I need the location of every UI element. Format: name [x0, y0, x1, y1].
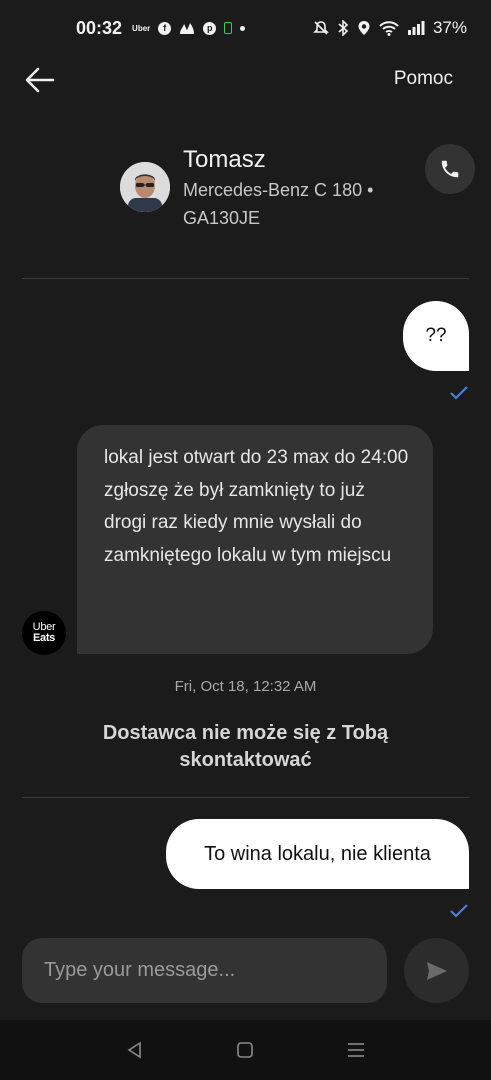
message-text: To wina lokalu, nie klienta [204, 842, 431, 865]
send-button[interactable] [404, 938, 469, 1003]
read-check-icon [450, 904, 468, 918]
nav-recents-button[interactable] [336, 1030, 376, 1070]
dot-icon [240, 25, 246, 31]
uber-eats-logo: Uber Eats [22, 611, 66, 655]
read-check-icon [450, 386, 468, 400]
notification-icons: Uber f p [132, 21, 246, 35]
help-link[interactable]: Pomoc [394, 68, 453, 90]
wifi-icon [379, 21, 399, 36]
pinterest-icon: p [203, 21, 217, 35]
facebook-icon: f [158, 21, 172, 35]
phone-icon [441, 160, 459, 178]
driver-vehicle: Mercedes-Benz C 180 • GA130JE [183, 180, 374, 228]
back-button[interactable] [22, 62, 58, 98]
status-bar: 00:32 Uber f p 37% [0, 0, 491, 56]
location-icon [358, 21, 370, 35]
message-bubble-incoming[interactable]: lokal jest otwart do 23 max do 24:00 zgł… [77, 425, 433, 654]
square-home-icon [237, 1042, 254, 1058]
message-input[interactable] [44, 959, 365, 982]
avatar[interactable] [120, 162, 170, 212]
driver-info: Tomasz Mercedes-Benz C 180 • GA130JE [120, 142, 420, 242]
mute-icon [313, 21, 329, 35]
send-icon [426, 961, 447, 980]
arrow-left-icon [25, 67, 55, 93]
uber-icon: Uber [132, 23, 151, 33]
divider [22, 278, 469, 279]
message-composer [22, 938, 387, 1003]
divider [22, 797, 469, 798]
driver-photo [120, 162, 170, 212]
system-icons: 37% [313, 18, 467, 38]
fire-icon [180, 23, 195, 34]
logo-line-2: Eats [32, 632, 56, 644]
triangle-back-icon [127, 1041, 141, 1059]
driver-name: Tomasz [183, 146, 266, 173]
system-nav-bar [0, 1020, 491, 1080]
bluetooth-icon [338, 20, 349, 36]
system-notice: Dostawca nie może się z Tobą skontaktowa… [102, 722, 389, 771]
battery-saver-icon [224, 22, 233, 34]
nav-back-button[interactable] [115, 1030, 155, 1070]
message-bubble-outgoing[interactable]: ?? [403, 301, 469, 371]
nav-home-button[interactable] [225, 1030, 265, 1070]
signal-icon [407, 21, 425, 35]
message-text: ?? [425, 325, 447, 346]
battery-percent: 37% [432, 18, 467, 37]
call-button[interactable] [425, 144, 475, 194]
status-time: 00:32 [76, 17, 123, 38]
message-text: lokal jest otwart do 23 max do 24:00 zgł… [104, 447, 409, 566]
message-timestamp: Fri, Oct 18, 12:32 AM [174, 678, 317, 695]
message-bubble-outgoing[interactable]: To wina lokalu, nie klienta [166, 819, 469, 889]
menu-lines-icon [347, 1043, 364, 1057]
